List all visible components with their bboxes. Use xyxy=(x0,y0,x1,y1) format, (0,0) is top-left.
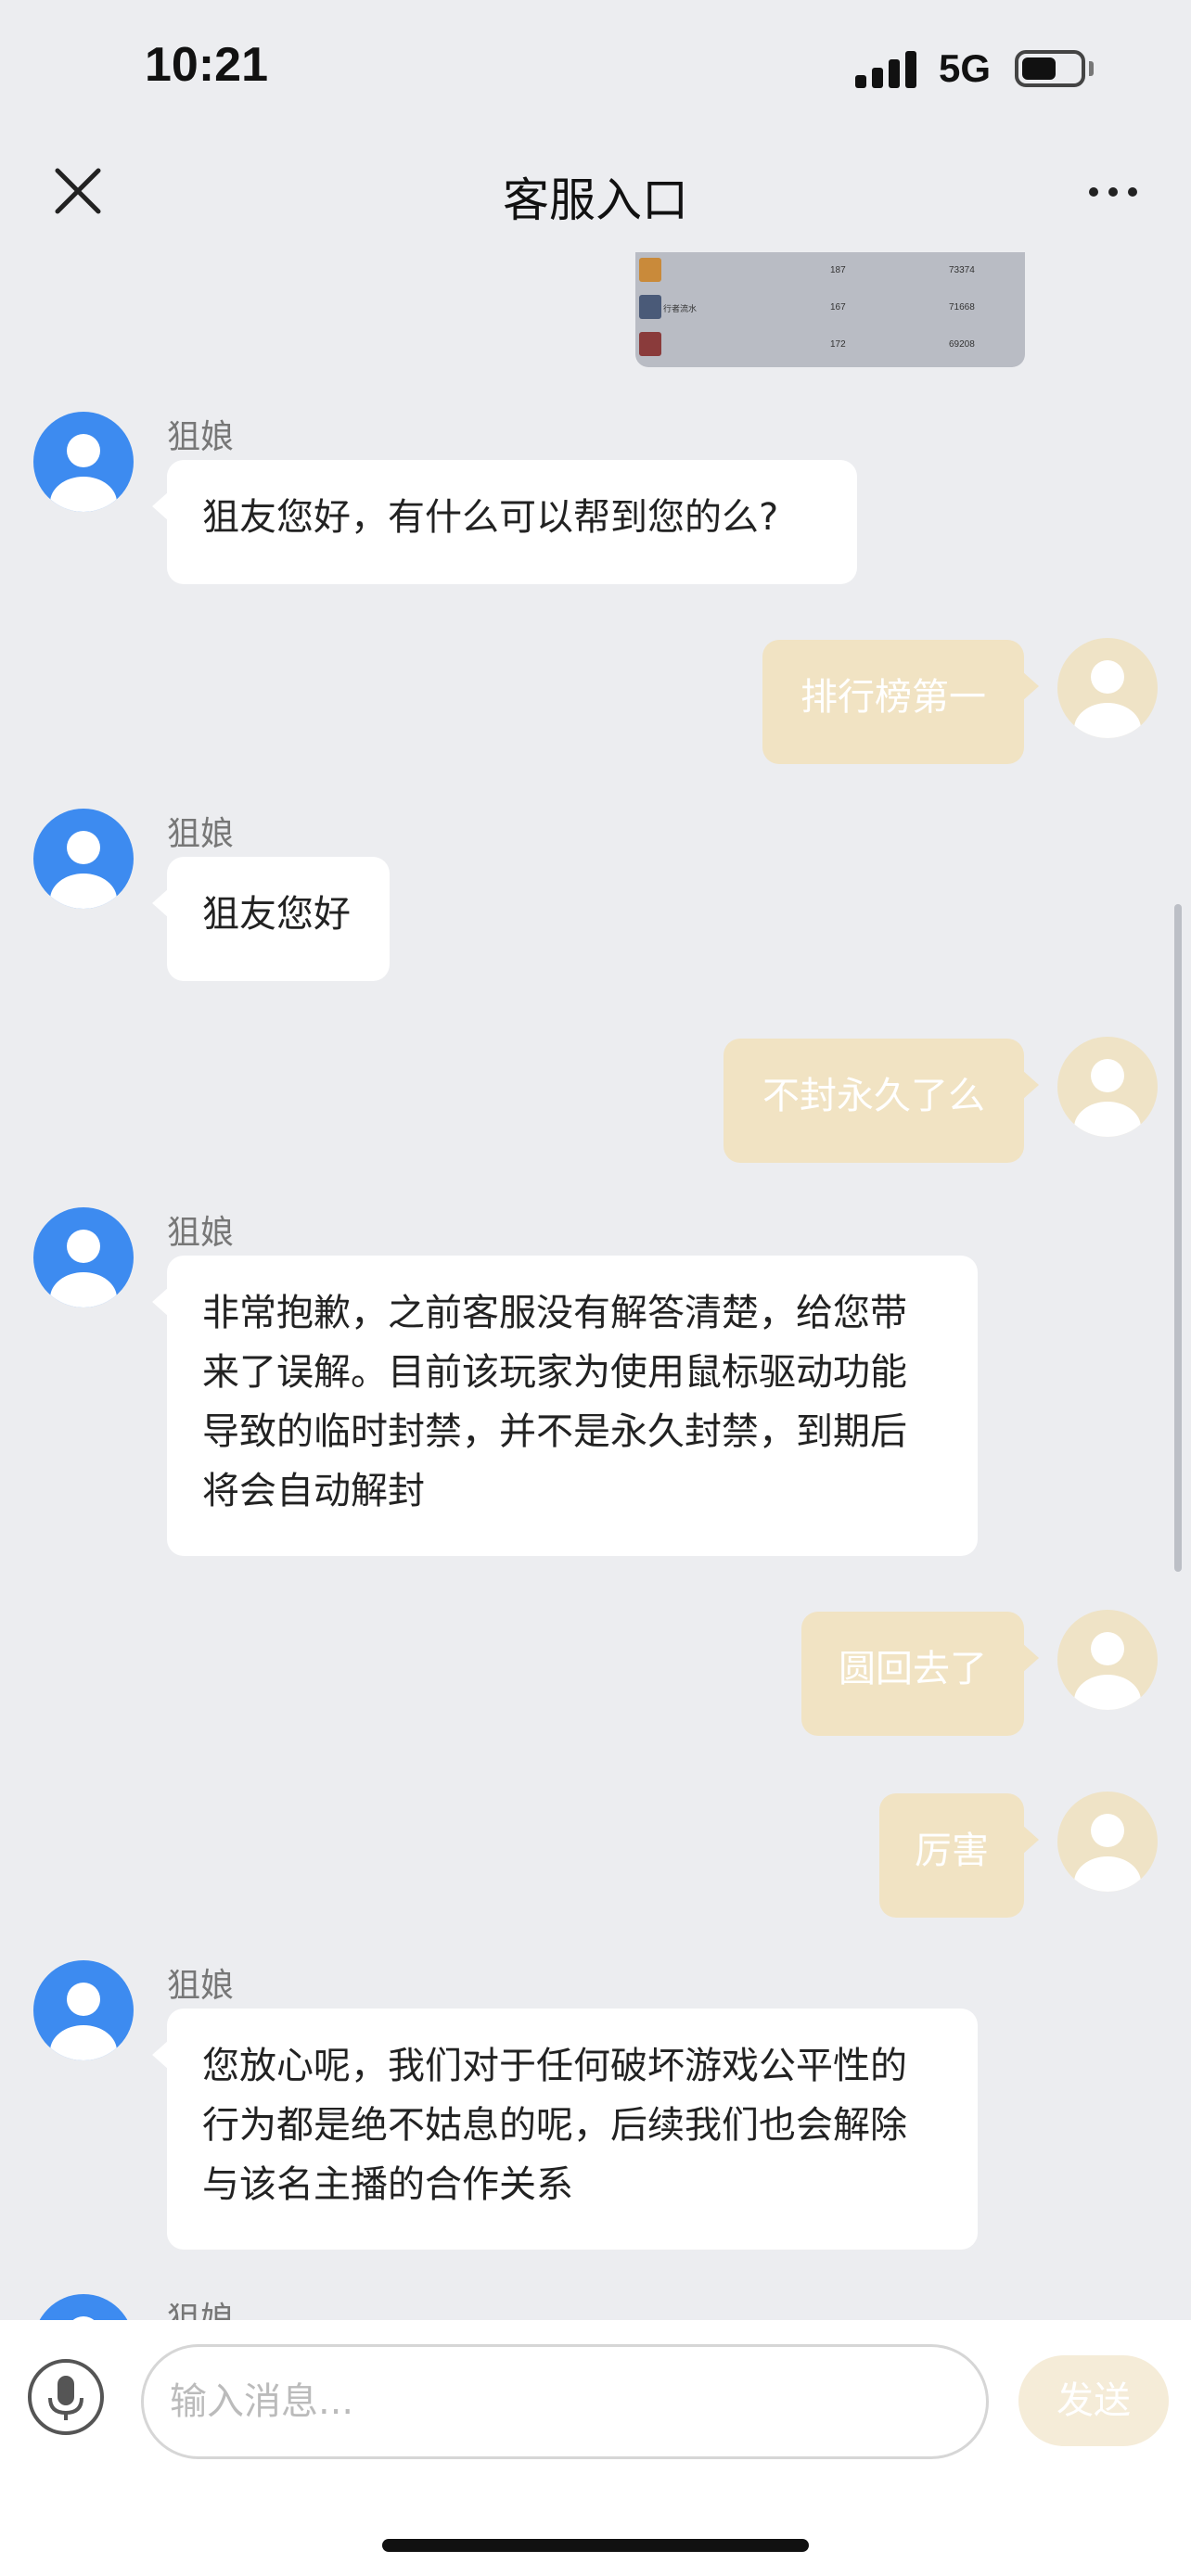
agent-avatar[interactable] xyxy=(33,1207,134,1307)
rank-avatar xyxy=(639,258,661,282)
sender-name: 狙娘 xyxy=(167,1214,235,1252)
shared-image[interactable]: 187 73374 行者流水 167 71668 172 69208 xyxy=(635,252,1025,367)
preview-score: 69208 xyxy=(949,339,975,350)
sender-name: 狙娘 xyxy=(167,1967,235,2005)
message-line: 与该名主播的合作关系 xyxy=(202,2163,573,2206)
preview-row: 172 69208 xyxy=(635,328,1025,362)
chat-area[interactable]: 187 73374 行者流水 167 71668 172 69208 狙娘 狙友… xyxy=(0,250,1191,2320)
sender-name: 狙娘 xyxy=(167,418,235,456)
preview-score: 73374 xyxy=(949,265,975,275)
network-label: 5G xyxy=(939,46,992,90)
message-input[interactable] xyxy=(141,2344,989,2459)
person-icon xyxy=(50,1983,117,2060)
signal-icon xyxy=(855,51,918,88)
message-line: 导致的临时封禁，并不是永久封禁，到期后 xyxy=(202,1410,907,1453)
preview-row: 187 73374 xyxy=(635,254,1025,287)
microphone-icon xyxy=(48,2376,83,2420)
status-time: 10:21 xyxy=(145,38,268,92)
my-message-bubble[interactable]: 厉害 xyxy=(879,1793,1039,1918)
more-icon[interactable] xyxy=(1083,172,1143,210)
my-message-bubble[interactable]: 圆回去了 xyxy=(801,1612,1039,1736)
battery-nub xyxy=(1089,61,1094,76)
send-button[interactable]: 发送 xyxy=(1018,2355,1169,2446)
preview-name: 行者流水 xyxy=(663,304,698,313)
my-message-bubble[interactable]: 不封永久了么 xyxy=(724,1039,1039,1163)
user-avatar[interactable] xyxy=(1057,638,1158,738)
person-icon xyxy=(50,831,117,909)
message-line: 来了误解。目前该玩家为使用鼠标驱动功能 xyxy=(202,1351,907,1394)
message-line: 将会自动解封 xyxy=(202,1470,425,1512)
person-icon xyxy=(1074,660,1141,738)
message-line: 非常抱歉，之前客服没有解答清楚，给您带 xyxy=(202,1292,907,1334)
home-indicator[interactable] xyxy=(382,2539,809,2552)
person-icon xyxy=(1074,1632,1141,1710)
agent-avatar[interactable] xyxy=(33,1960,134,2060)
agent-avatar[interactable] xyxy=(33,809,134,909)
scrollbar[interactable] xyxy=(1174,904,1182,1572)
person-icon xyxy=(72,2316,95,2320)
message-text: 厉害 xyxy=(915,1830,989,1872)
preview-count: 167 xyxy=(830,302,846,312)
person-icon xyxy=(1074,1814,1141,1892)
microphone-button[interactable] xyxy=(28,2359,104,2435)
person-icon xyxy=(50,1230,117,1307)
user-avatar[interactable] xyxy=(1057,1037,1158,1137)
message-bubble[interactable]: 您放心呢，我们对于任何破坏游戏公平性的 行为都是绝不姑息的呢，后续我们也会解除 … xyxy=(152,2009,978,2250)
sender-name: 狙娘 xyxy=(167,2301,235,2320)
message-text: 排行榜第一 xyxy=(800,676,986,719)
preview-row: 行者流水 167 71668 xyxy=(635,291,1025,325)
rank-avatar xyxy=(639,332,661,356)
rank-avatar xyxy=(639,295,661,319)
message-text: 圆回去了 xyxy=(839,1648,987,1690)
battery-icon xyxy=(1015,50,1085,87)
user-avatar[interactable] xyxy=(1057,1610,1158,1710)
preview-count: 172 xyxy=(830,339,846,350)
my-message-bubble[interactable]: 排行榜第一 xyxy=(762,640,1039,764)
message-bubble[interactable]: 狙友您好 xyxy=(152,857,390,981)
message-line: 行为都是绝不姑息的呢，后续我们也会解除 xyxy=(202,2104,907,2147)
agent-avatar[interactable] xyxy=(33,412,134,512)
status-bar: 10:21 5G xyxy=(0,0,1191,139)
message-text: 不封永久了么 xyxy=(762,1075,985,1117)
person-icon xyxy=(1074,1059,1141,1137)
message-text: 狙友您好 xyxy=(202,893,351,936)
agent-avatar[interactable] xyxy=(33,2294,134,2320)
user-avatar[interactable] xyxy=(1057,1792,1158,1892)
message-bubble[interactable]: 非常抱歉，之前客服没有解答清楚，给您带 来了误解。目前该玩家为使用鼠标驱动功能 … xyxy=(152,1256,978,1556)
preview-count: 187 xyxy=(830,265,846,275)
preview-score: 71668 xyxy=(949,302,975,312)
page-title: 客服入口 xyxy=(503,173,688,227)
person-icon xyxy=(50,434,117,512)
message-line: 您放心呢，我们对于任何破坏游戏公平性的 xyxy=(202,2045,907,2087)
sender-name: 狙娘 xyxy=(167,815,235,853)
message-text: 狙友您好，有什么可以帮到您的么? xyxy=(202,496,779,539)
message-bubble[interactable]: 狙友您好，有什么可以帮到您的么? xyxy=(152,460,857,584)
